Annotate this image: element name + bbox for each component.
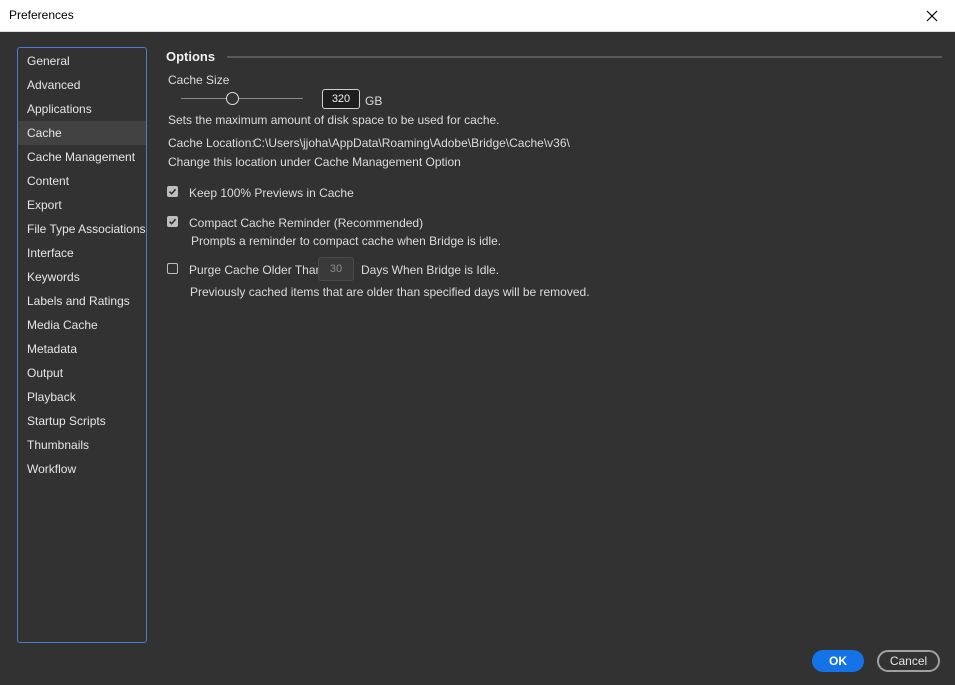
compact-reminder-label[interactable]: Compact Cache Reminder (Recommended)	[189, 216, 423, 230]
keep-previews-label[interactable]: Keep 100% Previews in Cache	[189, 186, 354, 200]
cache-location-description: Change this location under Cache Managem…	[168, 155, 461, 169]
cache-location-path: C:\Users\jjoha\AppData\Roaming\Adobe\Bri…	[253, 136, 570, 150]
cache-size-label: Cache Size	[168, 73, 230, 87]
cache-size-input[interactable]: 320	[322, 89, 360, 109]
keep-previews-checkbox[interactable]	[167, 186, 178, 197]
sidebar-item-file-type-associations[interactable]: File Type Associations	[18, 217, 146, 241]
sidebar-item-thumbnails[interactable]: Thumbnails	[18, 433, 146, 457]
sidebar-item-output[interactable]: Output	[18, 361, 146, 385]
sidebar-item-cache[interactable]: Cache	[18, 121, 146, 145]
compact-reminder-checkbox[interactable]	[167, 216, 178, 227]
window-title: Preferences	[9, 8, 74, 22]
preferences-category-list: General Advanced Applications Cache Cach…	[17, 47, 147, 643]
compact-reminder-description: Prompts a reminder to compact cache when…	[191, 234, 502, 248]
purge-days-input[interactable]: 30	[318, 257, 354, 281]
sidebar-item-applications[interactable]: Applications	[18, 97, 146, 121]
sidebar-item-export[interactable]: Export	[18, 193, 146, 217]
title-bar: Preferences	[0, 0, 955, 32]
sidebar-item-playback[interactable]: Playback	[18, 385, 146, 409]
purge-cache-label[interactable]: Purge Cache Older Than	[189, 263, 322, 277]
cache-size-unit: GB	[365, 94, 383, 108]
sidebar-item-media-cache[interactable]: Media Cache	[18, 313, 146, 337]
purge-days-suffix: Days When Bridge is Idle.	[361, 263, 500, 277]
close-button[interactable]	[909, 0, 955, 31]
options-header: Options	[166, 49, 216, 64]
cancel-button[interactable]: Cancel	[877, 650, 940, 672]
sidebar-item-content[interactable]: Content	[18, 169, 146, 193]
sidebar-item-metadata[interactable]: Metadata	[18, 337, 146, 361]
cache-size-description: Sets the maximum amount of disk space to…	[168, 113, 500, 127]
sidebar-item-advanced[interactable]: Advanced	[18, 73, 146, 97]
sidebar-item-cache-management[interactable]: Cache Management	[18, 145, 146, 169]
section-divider	[227, 56, 942, 58]
cache-size-slider-thumb[interactable]	[226, 92, 239, 105]
sidebar-item-labels-and-ratings[interactable]: Labels and Ratings	[18, 289, 146, 313]
ok-button[interactable]: OK	[812, 650, 864, 672]
checkmark-icon	[168, 218, 177, 225]
sidebar-item-interface[interactable]: Interface	[18, 241, 146, 265]
sidebar-item-workflow[interactable]: Workflow	[18, 457, 146, 481]
sidebar-item-general[interactable]: General	[18, 49, 146, 73]
purge-cache-description: Previously cached items that are older t…	[190, 285, 590, 299]
checkmark-icon	[168, 188, 177, 195]
purge-cache-checkbox[interactable]	[167, 263, 178, 274]
cache-size-slider-track[interactable]	[181, 98, 303, 99]
close-icon	[926, 10, 938, 21]
sidebar-item-keywords[interactable]: Keywords	[18, 265, 146, 289]
cache-location-label: Cache Location:	[168, 136, 255, 150]
sidebar-item-startup-scripts[interactable]: Startup Scripts	[18, 409, 146, 433]
